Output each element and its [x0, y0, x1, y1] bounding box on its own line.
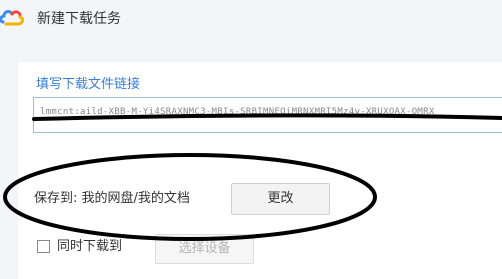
window-title: 新建下载任务	[37, 11, 121, 27]
save-location-label: 保存到: 我的网盘/我的文档	[34, 191, 190, 206]
download-link-value: lmmcnt:aild-XBB-M-Yi4SRAXNMC3-MBIs-SRBIM…	[40, 107, 435, 117]
sync-download-checkbox[interactable]	[37, 240, 50, 253]
change-location-button[interactable]: 更改	[231, 183, 330, 215]
title-bar: 新建下载任务	[0, 0, 502, 38]
baidu-netdisk-cloud-icon	[0, 10, 24, 26]
select-device-button: 选择设备	[155, 234, 254, 264]
sync-download-label: 同时下载到	[57, 239, 123, 254]
download-link-input[interactable]: lmmcnt:aild-XBB-M-Yi4SRAXNMC3-MBIs-SRBIM…	[33, 97, 502, 133]
link-section-label: 填写下载文件链接	[36, 77, 141, 92]
